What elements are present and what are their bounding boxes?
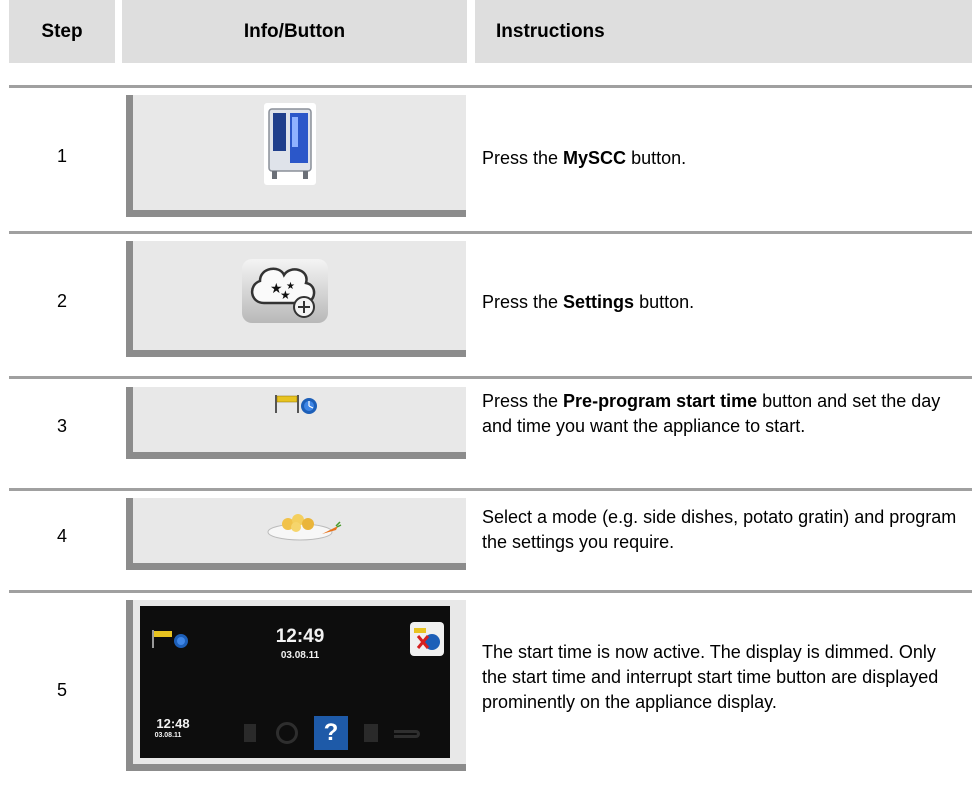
dimmed-refresh-icon — [276, 722, 298, 744]
instruction-text: Press the Pre-program start time button … — [482, 391, 941, 436]
row-divider — [9, 231, 972, 234]
pre-program-start-time-icon — [150, 628, 196, 655]
info-panel: ★ ★ ★ — [126, 241, 466, 357]
info-panel — [126, 387, 466, 459]
step-number: 2 — [56, 291, 67, 311]
clock-date: 03.08.11 — [154, 732, 182, 739]
header-step: Step — [9, 0, 115, 63]
header-instructions: Instructions — [475, 0, 972, 63]
svg-text:★: ★ — [286, 281, 295, 292]
instruction-text: The start time is now active. The displa… — [482, 642, 939, 712]
header-info-button: Info/Button — [122, 0, 467, 63]
row-divider — [9, 488, 972, 491]
help-icon[interactable]: ? — [314, 716, 348, 750]
button-name: Pre-program start time — [563, 391, 758, 411]
pre-program-start-time-icon[interactable] — [273, 393, 327, 415]
button-name: Settings — [563, 292, 635, 312]
dimmed-button-icon — [364, 724, 378, 742]
step-number: 1 — [56, 146, 67, 166]
side-dishes-mode-icon[interactable] — [266, 508, 342, 542]
start-date: 03.08.11 — [280, 650, 320, 661]
step-number: 5 — [56, 680, 67, 700]
row-divider — [9, 85, 972, 88]
clock-time: 12:48 — [156, 716, 190, 731]
start-time: 12:49 — [275, 626, 325, 647]
info-panel — [126, 498, 466, 570]
row-divider — [9, 376, 972, 379]
step-number: 4 — [56, 526, 67, 546]
instruction-text: Press the Settings button. — [482, 292, 695, 312]
button-name: MySCC — [563, 148, 627, 168]
row-divider — [9, 590, 972, 593]
info-panel — [126, 95, 466, 217]
settings-stars-icon[interactable]: ★ ★ ★ — [242, 259, 328, 323]
dimmed-button-icon — [244, 724, 256, 742]
dimmed-back-icon — [394, 730, 420, 738]
myscc-appliance-icon[interactable] — [264, 103, 316, 185]
appliance-display-screenshot: 12:49 03.08.11 12:48 03.08.11 ? — [140, 606, 450, 758]
step-number: 3 — [56, 416, 67, 436]
interrupt-start-time-icon[interactable] — [410, 622, 444, 656]
info-panel: 12:49 03.08.11 12:48 03.08.11 ? — [126, 600, 466, 771]
instruction-text: Select a mode (e.g. side dishes, potato … — [482, 507, 957, 552]
instruction-text: Press the MySCC button. — [482, 148, 687, 168]
